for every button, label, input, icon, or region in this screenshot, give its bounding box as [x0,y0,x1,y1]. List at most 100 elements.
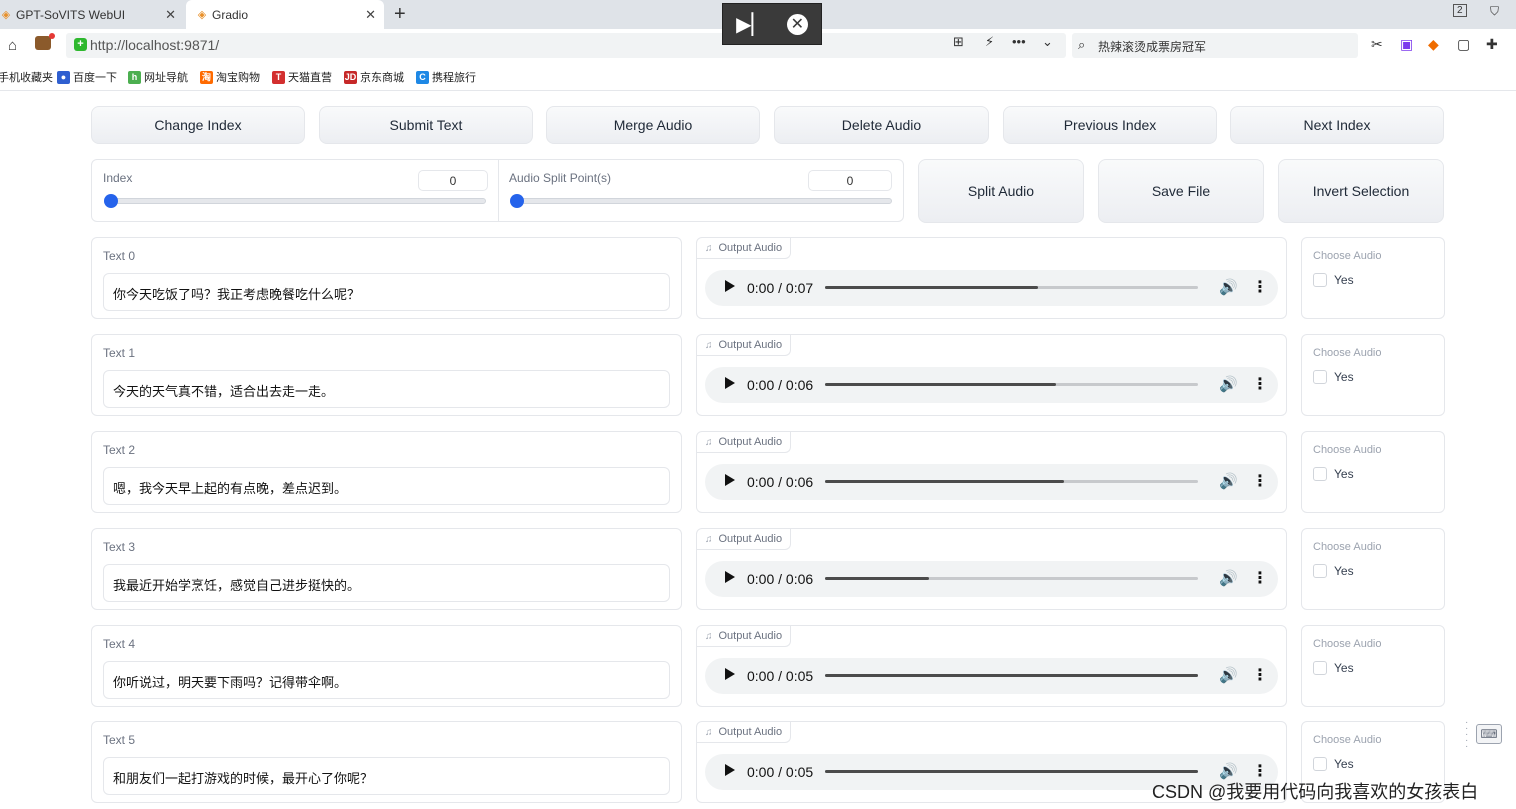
play-icon[interactable] [725,377,735,389]
volume-icon[interactable]: 🔊 [1219,375,1238,393]
volume-icon[interactable]: 🔊 [1219,472,1238,490]
choose-audio-checkbox[interactable] [1313,564,1327,578]
audio-panel: ♫ Output Audio 0:00 / 0:06 🔊 ⋮ [696,431,1287,513]
text-label: Text 1 [103,346,136,360]
choose-audio-panel: Choose Audio Yes [1301,625,1445,707]
play-icon[interactable] [725,474,735,486]
text-label: Text 2 [103,443,136,457]
fox-ext-icon[interactable]: ◆ [1428,36,1439,53]
text-panel: Text 1 今天的天气真不错，适合出去走一走。 [91,334,682,416]
text-input[interactable]: 今天的天气真不错，适合出去走一走。 [103,370,670,408]
audio-progress-track[interactable] [825,286,1198,289]
close-icon[interactable]: ✕ [365,7,376,23]
split-point-slider-thumb[interactable] [510,194,524,208]
bookmark-item[interactable]: h 网址导航 [128,69,188,85]
ctrip-icon: C [416,70,429,84]
bookmark-item[interactable]: 淘淘宝购物 [200,69,260,85]
lightning-icon[interactable]: ⚡ [985,34,994,50]
home-icon[interactable]: ⌂ [8,37,17,54]
window-icon[interactable]: ▢ [1457,36,1470,53]
play-icon[interactable] [725,571,735,583]
choose-audio-checkbox[interactable] [1313,757,1327,771]
split-point-number-input[interactable]: 0 [808,170,892,191]
bookmark-item[interactable]: 手机收藏夹 [0,69,53,85]
shirt-icon[interactable]: ⛉ [1490,4,1499,19]
scissors-icon[interactable]: ✂ [1371,36,1383,53]
new-tab-button[interactable]: + [394,3,406,26]
more-icon[interactable]: ••• [1012,34,1026,49]
briefcase-icon[interactable] [35,36,51,50]
audio-progress-track[interactable] [825,674,1198,677]
text-input[interactable]: 你听说过，明天要下雨吗？记得带伞啊。 [103,661,670,699]
split-point-label: Audio Split Point(s) [509,171,612,185]
volume-icon[interactable]: 🔊 [1219,278,1238,296]
chevron-down-icon[interactable]: ⌄ [1042,34,1053,50]
translate-icon[interactable]: ⊞ [953,34,964,50]
choose-audio-checkbox[interactable] [1313,273,1327,287]
search-input[interactable]: ⌕ 热辣滚烫成票房冠军 [1072,33,1358,58]
text-input[interactable]: 和朋友们一起打游戏的时候，最开心了你呢？ [103,757,670,795]
url-field[interactable]: + http://localhost:9871/ [66,33,1066,58]
audio-progress-track[interactable] [825,480,1198,483]
choose-audio-label: Choose Audio [1313,638,1382,650]
play-icon[interactable] [725,280,735,292]
puzzle-icon[interactable]: ✚ [1486,36,1498,53]
play-icon[interactable] [725,764,735,776]
divider [498,160,499,221]
more-vertical-icon[interactable]: ⋮ [1252,568,1268,588]
change-index-button[interactable]: Change Index [91,106,305,144]
drag-handle-icon[interactable]: · · · · · [1465,718,1468,752]
choose-audio-checkbox[interactable] [1313,467,1327,481]
choose-audio-label: Choose Audio [1313,347,1382,359]
keyboard-icon[interactable]: ⌨ [1476,724,1502,744]
submit-text-button[interactable]: Submit Text [319,106,533,144]
delete-audio-button[interactable]: Delete Audio [774,106,989,144]
music-note-icon: ♫ [705,436,713,448]
text-input[interactable]: 我最近开始学烹饪，感觉自己进步挺快的。 [103,564,670,602]
choose-audio-checkbox[interactable] [1313,370,1327,384]
hao123-icon: h [128,70,141,84]
more-vertical-icon[interactable]: ⋮ [1252,471,1268,491]
text-panel: Text 3 我最近开始学烹饪，感觉自己进步挺快的。 [91,528,682,610]
taobao-icon: 淘 [200,70,213,84]
index-slider-track[interactable] [105,198,486,204]
more-vertical-icon[interactable]: ⋮ [1252,374,1268,394]
previous-index-button[interactable]: Previous Index [1003,106,1217,144]
choose-audio-checkbox[interactable] [1313,661,1327,675]
index-number-input[interactable]: 0 [418,170,488,191]
close-circle-icon[interactable]: ✕ [786,13,808,35]
split-point-slider-track[interactable] [511,198,892,204]
bookmark-item[interactable]: T 天猫直营 [272,69,332,85]
audio-progress-track[interactable] [825,383,1198,386]
text-input[interactable]: 嗯，我今天早上起的有点晚，差点迟到。 [103,467,670,505]
volume-icon[interactable]: 🔊 [1219,666,1238,684]
bookmark-item[interactable]: ● 百度一下 [57,69,117,85]
choose-audio-option: Yes [1334,273,1354,287]
split-audio-button[interactable]: Split Audio [918,159,1084,223]
audio-progress-track[interactable] [825,770,1198,773]
more-vertical-icon[interactable]: ⋮ [1252,277,1268,297]
bookmark-item[interactable]: JD 京东商城 [344,69,404,85]
invert-selection-button[interactable]: Invert Selection [1278,159,1444,223]
play-icon[interactable] [725,668,735,680]
save-file-button[interactable]: Save File [1098,159,1264,223]
more-vertical-icon[interactable]: ⋮ [1252,665,1268,685]
close-icon[interactable]: ✕ [165,7,176,23]
translate-ext-icon[interactable]: ▣ [1400,36,1413,53]
watermark: CSDN @我要用代码向我喜欢的女孩表白 [1152,782,1479,802]
index-slider-thumb[interactable] [104,194,118,208]
bookmark-item[interactable]: C 携程旅行 [416,69,476,85]
tab-gpt-sovits[interactable]: ◈ GPT-SoVITS WebUI ✕ [0,0,184,29]
text-input[interactable]: 你今天吃饭了吗？我正考虑晚餐吃什么呢？ [103,273,670,311]
tab-gradio[interactable]: ◈ Gradio ✕ [186,0,384,29]
merge-audio-button[interactable]: Merge Audio [546,106,760,144]
volume-icon[interactable]: 🔊 [1219,569,1238,587]
send-icon[interactable]: ▶▏ [736,12,767,37]
window-count-badge[interactable]: 2 [1453,4,1467,17]
next-index-button[interactable]: Next Index [1230,106,1444,144]
music-note-icon: ♫ [705,630,713,642]
gradio-favicon-icon: ◈ [1,8,11,21]
choose-audio-label: Choose Audio [1313,444,1382,456]
audio-label: Output Audio [718,339,783,351]
audio-progress-track[interactable] [825,577,1198,580]
